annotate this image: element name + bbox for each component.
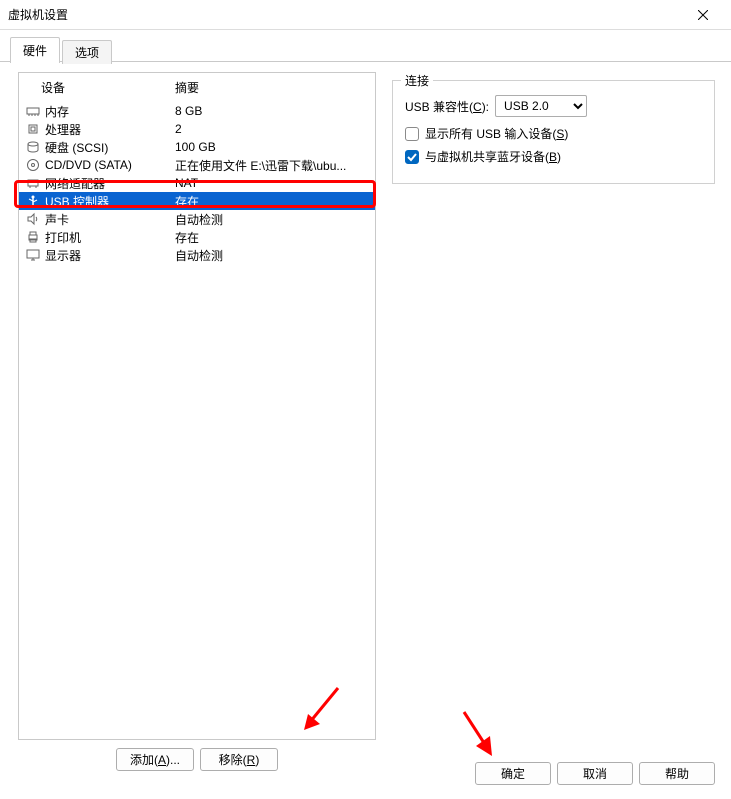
net-icon [25, 175, 41, 191]
device-summary: NAT [175, 176, 369, 190]
device-summary: 2 [175, 122, 369, 136]
connection-group-title: 连接 [401, 72, 433, 89]
close-icon [698, 10, 708, 20]
device-name: 声卡 [41, 211, 175, 228]
cpu-icon [25, 121, 41, 137]
memory-icon [25, 103, 41, 119]
show-all-usb-checkbox[interactable] [405, 127, 419, 141]
left-panel: 设备 摘要 内存8 GB处理器2硬盘 (SCSI)100 GBCD/DVD (S… [12, 62, 382, 771]
device-name: 内存 [41, 103, 175, 120]
header-summary: 摘要 [175, 79, 369, 96]
share-bluetooth-row[interactable]: 与虚拟机共享蓝牙设备(B) [405, 148, 702, 165]
device-row[interactable]: 网络适配器NAT [19, 174, 375, 192]
right-panel: 连接 USB 兼容性(C): USB 1.1USB 2.0USB 3.1 显示所… [382, 62, 719, 771]
cancel-button[interactable]: 取消 [557, 762, 633, 785]
show-all-usb-label: 显示所有 USB 输入设备(S) [425, 125, 568, 142]
device-row[interactable]: USB 控制器存在 [19, 192, 375, 210]
device-summary: 存在 [175, 229, 369, 246]
add-device-button[interactable]: 添加(A)... [116, 748, 194, 771]
header-device: 设备 [25, 79, 175, 96]
close-button[interactable] [683, 1, 723, 29]
device-row[interactable]: 显示器自动检测 [19, 246, 375, 264]
device-row[interactable]: 处理器2 [19, 120, 375, 138]
device-name: 处理器 [41, 121, 175, 138]
usb-icon [25, 193, 41, 209]
show-all-usb-row[interactable]: 显示所有 USB 输入设备(S) [405, 125, 702, 142]
content-area: 设备 摘要 内存8 GB处理器2硬盘 (SCSI)100 GBCD/DVD (S… [0, 61, 731, 781]
device-list-header: 设备 摘要 [19, 73, 375, 102]
device-summary: 自动检测 [175, 247, 369, 264]
device-buttons: 添加(A)... 移除(R) [18, 740, 376, 771]
printer-icon [25, 229, 41, 245]
device-summary: 自动检测 [175, 211, 369, 228]
device-row[interactable]: 打印机存在 [19, 228, 375, 246]
display-icon [25, 247, 41, 263]
tab-options[interactable]: 选项 [62, 40, 112, 64]
disk-icon [25, 139, 41, 155]
usb-compat-label: USB 兼容性(C): [405, 98, 489, 115]
device-row[interactable]: 硬盘 (SCSI)100 GB [19, 138, 375, 156]
remove-device-label: 移除(R) [219, 751, 260, 768]
share-bluetooth-label: 与虚拟机共享蓝牙设备(B) [425, 148, 561, 165]
device-name: USB 控制器 [41, 193, 175, 210]
usb-compat-row: USB 兼容性(C): USB 1.1USB 2.0USB 3.1 [405, 95, 702, 117]
device-summary: 正在使用文件 E:\迅雷下载\ubu... [175, 157, 369, 174]
ok-button[interactable]: 确定 [475, 762, 551, 785]
device-row[interactable]: CD/DVD (SATA)正在使用文件 E:\迅雷下载\ubu... [19, 156, 375, 174]
device-name: CD/DVD (SATA) [41, 158, 175, 172]
device-row[interactable]: 声卡自动检测 [19, 210, 375, 228]
titlebar: 虚拟机设置 [0, 0, 731, 30]
device-listbox: 设备 摘要 内存8 GB处理器2硬盘 (SCSI)100 GBCD/DVD (S… [18, 72, 376, 740]
usb-compat-select[interactable]: USB 1.1USB 2.0USB 3.1 [495, 95, 587, 117]
device-name: 网络适配器 [41, 175, 175, 192]
sound-icon [25, 211, 41, 227]
device-name: 硬盘 (SCSI) [41, 139, 175, 156]
tab-hardware[interactable]: 硬件 [10, 37, 60, 63]
connection-groupbox: 连接 USB 兼容性(C): USB 1.1USB 2.0USB 3.1 显示所… [392, 80, 715, 184]
help-button[interactable]: 帮助 [639, 762, 715, 785]
dialog-buttons: 确定 取消 帮助 [475, 762, 715, 785]
device-name: 打印机 [41, 229, 175, 246]
device-summary: 8 GB [175, 104, 369, 118]
add-device-label: 添加(A)... [130, 751, 180, 768]
device-summary: 100 GB [175, 140, 369, 154]
remove-device-button[interactable]: 移除(R) [200, 748, 278, 771]
device-list[interactable]: 内存8 GB处理器2硬盘 (SCSI)100 GBCD/DVD (SATA)正在… [19, 102, 375, 739]
share-bluetooth-checkbox[interactable] [405, 150, 419, 164]
window-title: 虚拟机设置 [8, 6, 68, 23]
device-summary: 存在 [175, 193, 369, 210]
device-name: 显示器 [41, 247, 175, 264]
device-row[interactable]: 内存8 GB [19, 102, 375, 120]
tab-bar: 硬件 选项 [10, 36, 731, 62]
cd-icon [25, 157, 41, 173]
